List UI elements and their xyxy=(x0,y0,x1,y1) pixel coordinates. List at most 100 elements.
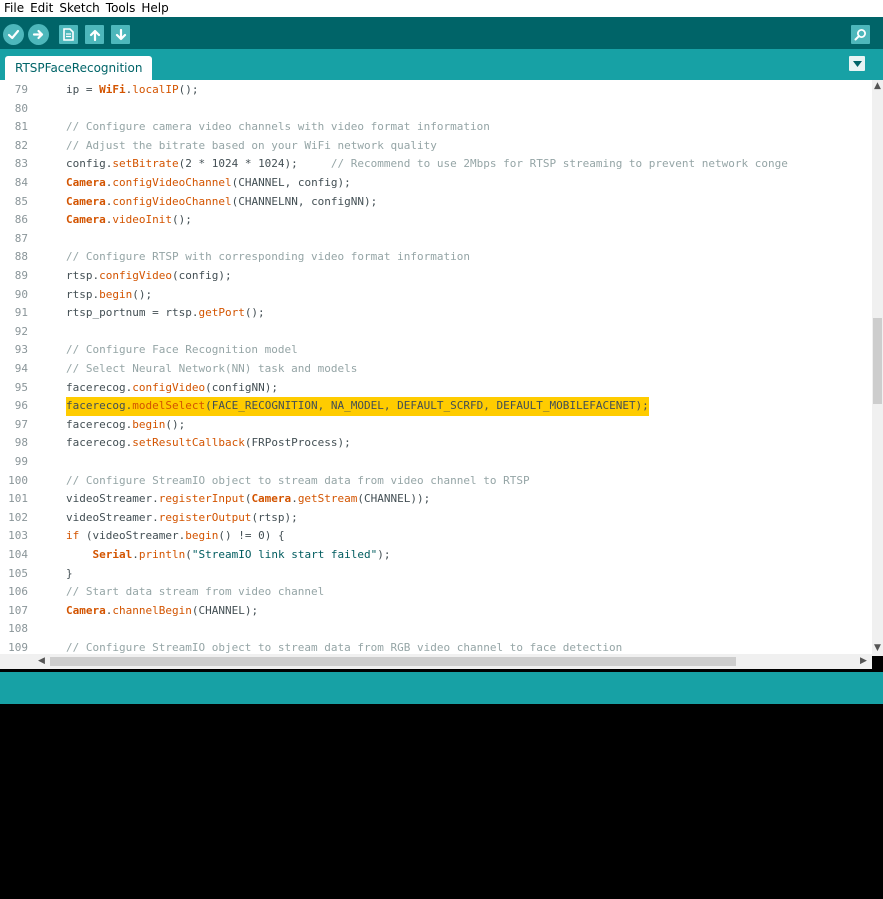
code-line[interactable]: 103 if (videoStreamer.begin() != 0) { xyxy=(0,527,872,546)
line-number: 102 xyxy=(8,510,28,524)
code-text: ip = WiFi.localIP(); xyxy=(66,83,199,96)
line-number: 89 xyxy=(14,269,28,282)
vertical-scroll-thumb[interactable] xyxy=(873,318,882,404)
menu-help[interactable]: Help xyxy=(139,0,170,17)
code-line[interactable]: 105} xyxy=(0,565,872,584)
tab-rtspfacerecognition[interactable]: RTSPFaceRecognition xyxy=(5,56,153,80)
code-line[interactable]: 86 Camera.videoInit(); xyxy=(0,211,872,230)
serial-monitor-button[interactable] xyxy=(851,25,870,44)
scroll-up-icon[interactable]: ▲ xyxy=(874,82,881,91)
code-text: // Configure RTSP with corresponding vid… xyxy=(66,250,470,264)
code-line[interactable]: 84 Camera.configVideoChannel(CHANNEL, con… xyxy=(0,174,872,193)
code-line[interactable]: 99 xyxy=(0,453,872,472)
line-number: 108 xyxy=(8,622,28,636)
code-text: // Configure camera video channels with … xyxy=(66,120,490,134)
code-line[interactable]: 107 Camera.channelBegin(CHANNEL); xyxy=(0,602,872,621)
code-line[interactable]: 101 videoStreamer.registerInput(Camera.ge… xyxy=(0,490,872,509)
triangle-down-icon xyxy=(852,60,862,67)
menu-edit[interactable]: Edit xyxy=(28,0,55,17)
code-text: videoStreamer.registerOutput(rtsp); xyxy=(66,510,298,524)
status-bar xyxy=(0,672,883,704)
code-text: config.setBitrate(2 * 1024 * 1024); // R… xyxy=(66,157,788,171)
check-icon xyxy=(7,29,20,40)
code-line[interactable]: 97 facerecog.begin(); xyxy=(0,416,872,435)
code-line[interactable]: 90 rtsp.begin(); xyxy=(0,286,872,305)
code-line[interactable]: 102 videoStreamer.registerOutput(rtsp); xyxy=(0,509,872,528)
code-text: rtsp.configVideo(config); xyxy=(66,269,232,282)
code-line[interactable]: 91 rtsp_portnum = rtsp.getPort(); xyxy=(0,304,872,323)
code-line[interactable]: 87 xyxy=(0,230,872,249)
code-text: if (videoStreamer.begin() != 0) { xyxy=(66,529,285,543)
scroll-right-icon[interactable]: ▶ xyxy=(860,657,867,666)
line-number: 94 xyxy=(14,362,28,375)
line-number: 79 xyxy=(14,83,28,96)
arrow-up-icon xyxy=(89,29,100,41)
code-text: // Start data stream from video channel xyxy=(66,585,325,599)
line-number: 83 xyxy=(14,157,28,171)
code-text: // Select Neural Network(NN) task and mo… xyxy=(66,362,358,375)
code-line[interactable]: 100 // Configure StreamIO object to strea… xyxy=(0,472,872,491)
upload-button[interactable] xyxy=(28,24,49,45)
code-line[interactable]: 106 // Start data stream from video chann… xyxy=(0,583,872,602)
line-number: 99 xyxy=(14,455,28,468)
code-text: } xyxy=(66,566,73,580)
save-button[interactable] xyxy=(111,25,130,44)
line-number: 84 xyxy=(14,176,28,189)
code-line[interactable]: 85 Camera.configVideoChannel(CHANNELNN, c… xyxy=(0,193,872,212)
code-text: // Configure Face Recognition model xyxy=(66,343,298,357)
code-text: rtsp_portnum = rtsp.getPort(); xyxy=(66,306,265,320)
code-line[interactable]: 98 facerecog.setResultCallback(FRPostProc… xyxy=(0,434,872,453)
line-number: 105 xyxy=(8,566,28,580)
line-number: 90 xyxy=(14,287,28,301)
line-number: 80 xyxy=(14,101,28,115)
new-button[interactable] xyxy=(59,25,78,44)
line-number: 93 xyxy=(14,343,28,357)
menu-sketch[interactable]: Sketch xyxy=(57,0,101,17)
code-line[interactable]: 82 // Adjust the bitrate based on your Wi… xyxy=(0,137,872,156)
scroll-down-icon[interactable]: ▼ xyxy=(874,644,881,653)
code-text: Camera.videoInit(); xyxy=(66,213,192,227)
line-number: 95 xyxy=(14,380,28,394)
verify-button[interactable] xyxy=(3,24,24,45)
tab-menu-button[interactable] xyxy=(849,56,865,71)
code-line[interactable]: 96 facerecog.modelSelect(FACE_RECOGNITION… xyxy=(0,397,872,416)
code-text: Camera.configVideoChannel(CHANNELNN, con… xyxy=(66,194,378,208)
code-line[interactable]: 80 xyxy=(0,100,872,119)
code-line[interactable]: 93 // Configure Face Recognition model xyxy=(0,341,872,360)
code-text: // Configure StreamIO object to stream d… xyxy=(66,473,530,487)
code-line[interactable]: 81 // Configure camera video channels wit… xyxy=(0,118,872,137)
menu-file[interactable]: File xyxy=(2,0,26,17)
code-line[interactable]: 79 ip = WiFi.localIP(); xyxy=(0,81,872,100)
line-number: 104 xyxy=(8,548,28,561)
code-line[interactable]: 94 // Select Neural Network(NN) task and … xyxy=(0,360,872,379)
code-line[interactable]: 83 config.setBitrate(2 * 1024 * 1024); //… xyxy=(0,155,872,174)
code-line[interactable]: 89 rtsp.configVideo(config); xyxy=(0,267,872,286)
code-text: rtsp.begin(); xyxy=(66,287,153,301)
horizontal-scroll-thumb[interactable] xyxy=(50,657,736,666)
menu-tools[interactable]: Tools xyxy=(104,0,138,17)
horizontal-scrollbar[interactable]: ◀ ▶ xyxy=(0,654,872,669)
toolbar xyxy=(0,17,883,49)
line-number: 86 xyxy=(14,213,28,227)
arrow-down-icon xyxy=(115,28,126,40)
scroll-left-icon[interactable]: ◀ xyxy=(38,657,45,666)
code-text: facerecog.begin(); xyxy=(66,417,186,431)
line-number: 103 xyxy=(8,529,28,543)
code-editor[interactable]: 79 ip = WiFi.localIP(); 80 81 // Configure c… xyxy=(0,80,883,656)
menu-bar: File Edit Sketch Tools Help xyxy=(0,0,883,17)
line-number: 92 xyxy=(14,324,28,338)
line-number: 81 xyxy=(14,120,28,134)
line-number: 96 xyxy=(14,399,28,413)
code-text: facerecog.setResultCallback(FRPostProces… xyxy=(66,436,351,450)
code-line[interactable]: 88 // Configure RTSP with corresponding v… xyxy=(0,248,872,267)
code-line[interactable]: 108 xyxy=(0,620,872,639)
code-text: facerecog.configVideo(configNN); xyxy=(66,380,278,394)
code-line[interactable]: 92 xyxy=(0,323,872,342)
code-line[interactable]: 95 facerecog.configVideo(configNN); xyxy=(0,379,872,398)
vertical-scrollbar[interactable]: ▲ ▼ xyxy=(872,80,883,656)
open-button[interactable] xyxy=(85,25,104,44)
code-line[interactable]: 104 Serial.println("StreamIO link start … xyxy=(0,546,872,565)
arrow-right-icon xyxy=(32,29,44,40)
console-output xyxy=(0,704,883,899)
code-text: Serial.println("StreamIO link start fail… xyxy=(92,548,391,561)
